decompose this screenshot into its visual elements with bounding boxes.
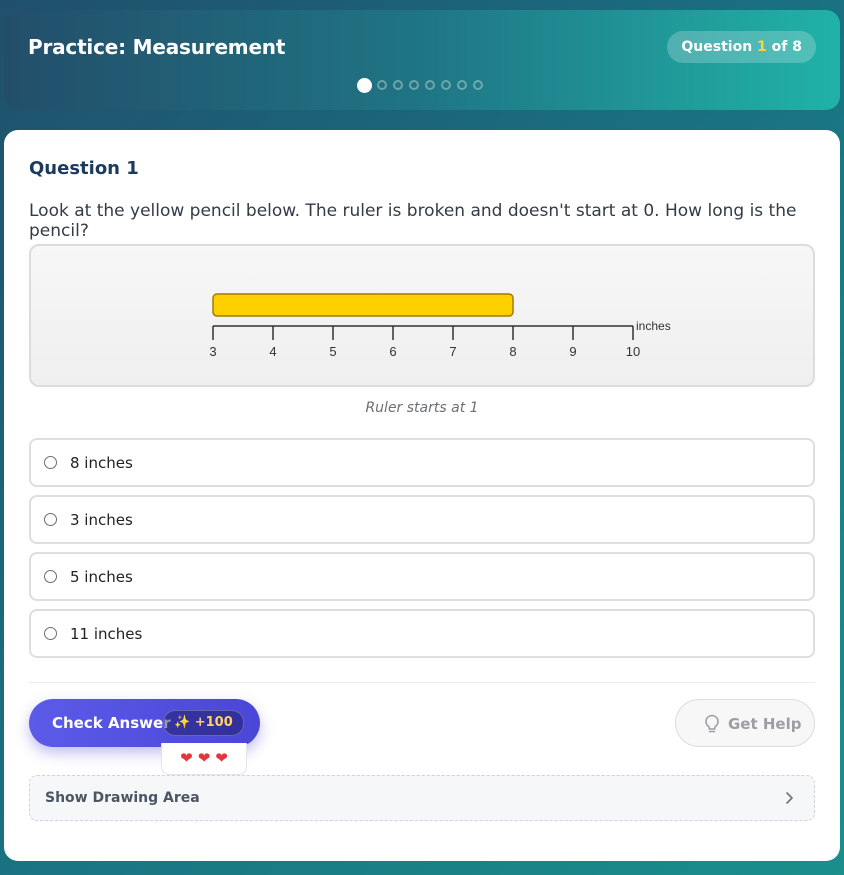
ruler-tick-label: 6 — [389, 344, 396, 359]
ruler-tick-label: 5 — [329, 344, 336, 359]
answer-option-2[interactable]: 3 inches — [29, 495, 815, 544]
heart-icon: ❤ — [197, 749, 211, 767]
drawing-area-label: Show Drawing Area — [45, 790, 200, 806]
ruler-tick-label: 9 — [569, 344, 576, 359]
ruler-tick-label: 3 — [209, 344, 216, 359]
radio-button[interactable] — [44, 570, 57, 583]
answer-option-1[interactable]: 8 inches — [29, 438, 815, 487]
check-answer-label: Check Answer — [52, 714, 171, 732]
ruler-tick-label: 8 — [509, 344, 516, 359]
option-label: 5 inches — [70, 568, 133, 586]
radio-button[interactable] — [44, 456, 57, 469]
option-label: 8 inches — [70, 454, 133, 472]
page-title: Practice: Measurement — [28, 35, 286, 59]
option-label: 3 inches — [70, 511, 133, 529]
ruler-unit-label: inches — [636, 319, 671, 333]
show-drawing-area-toggle[interactable]: Show Drawing Area — [29, 775, 815, 821]
ruler-tick-label: 4 — [269, 344, 276, 359]
question-text: Look at the yellow pencil below. The rul… — [29, 201, 797, 241]
get-help-button[interactable]: Get Help — [675, 699, 815, 747]
answer-option-3[interactable]: 5 inches — [29, 552, 815, 601]
divider — [29, 682, 815, 683]
radio-button[interactable] — [44, 627, 57, 640]
progress-current: 1 — [757, 39, 767, 55]
chevron-right-icon — [786, 792, 793, 804]
progress-dot — [409, 80, 419, 90]
check-answer-button[interactable]: Check Answer ✨ +100 — [29, 699, 260, 747]
sparkles-icon: ✨ — [174, 715, 191, 730]
progress-dot — [473, 80, 483, 90]
lightbulb-icon — [705, 714, 719, 733]
progress-dot — [377, 80, 387, 90]
xp-label: +100 — [194, 715, 233, 730]
progress-dot — [393, 80, 403, 90]
question-progress-badge: Question 1 of 8 — [667, 31, 816, 63]
lives-indicator: ❤ ❤ ❤ — [161, 743, 247, 775]
get-help-label: Get Help — [728, 715, 802, 733]
progress-dot — [457, 80, 467, 90]
answer-option-4[interactable]: 11 inches — [29, 609, 815, 658]
xp-reward-badge: ✨ +100 — [163, 710, 244, 736]
progress-dots — [357, 77, 489, 93]
ruler-tick-label: 7 — [449, 344, 456, 359]
progress-prefix: Question — [681, 39, 758, 55]
progress-dot — [425, 80, 435, 90]
progress-dot — [441, 80, 451, 90]
heart-icon: ❤ — [180, 749, 193, 767]
progress-dot — [357, 77, 372, 93]
figure-caption: Ruler starts at 1 — [365, 400, 479, 416]
progress-suffix: of 8 — [766, 39, 802, 55]
question-title: Question 1 — [29, 158, 139, 179]
ruler-tick-label: 10 — [626, 344, 640, 359]
option-label: 11 inches — [70, 625, 143, 643]
ruler-figure: 3 4 5 6 7 8 9 10 inches — [29, 244, 815, 387]
pencil-bar — [212, 293, 514, 317]
header-bar: Practice: Measurement Question 1 of 8 — [4, 10, 840, 110]
ruler-svg: 3 4 5 6 7 8 9 10 inches — [209, 293, 671, 359]
heart-icon: ❤ — [215, 749, 228, 767]
radio-button[interactable] — [44, 513, 57, 526]
question-card: Question 1 Look at the yellow pencil bel… — [4, 130, 840, 861]
